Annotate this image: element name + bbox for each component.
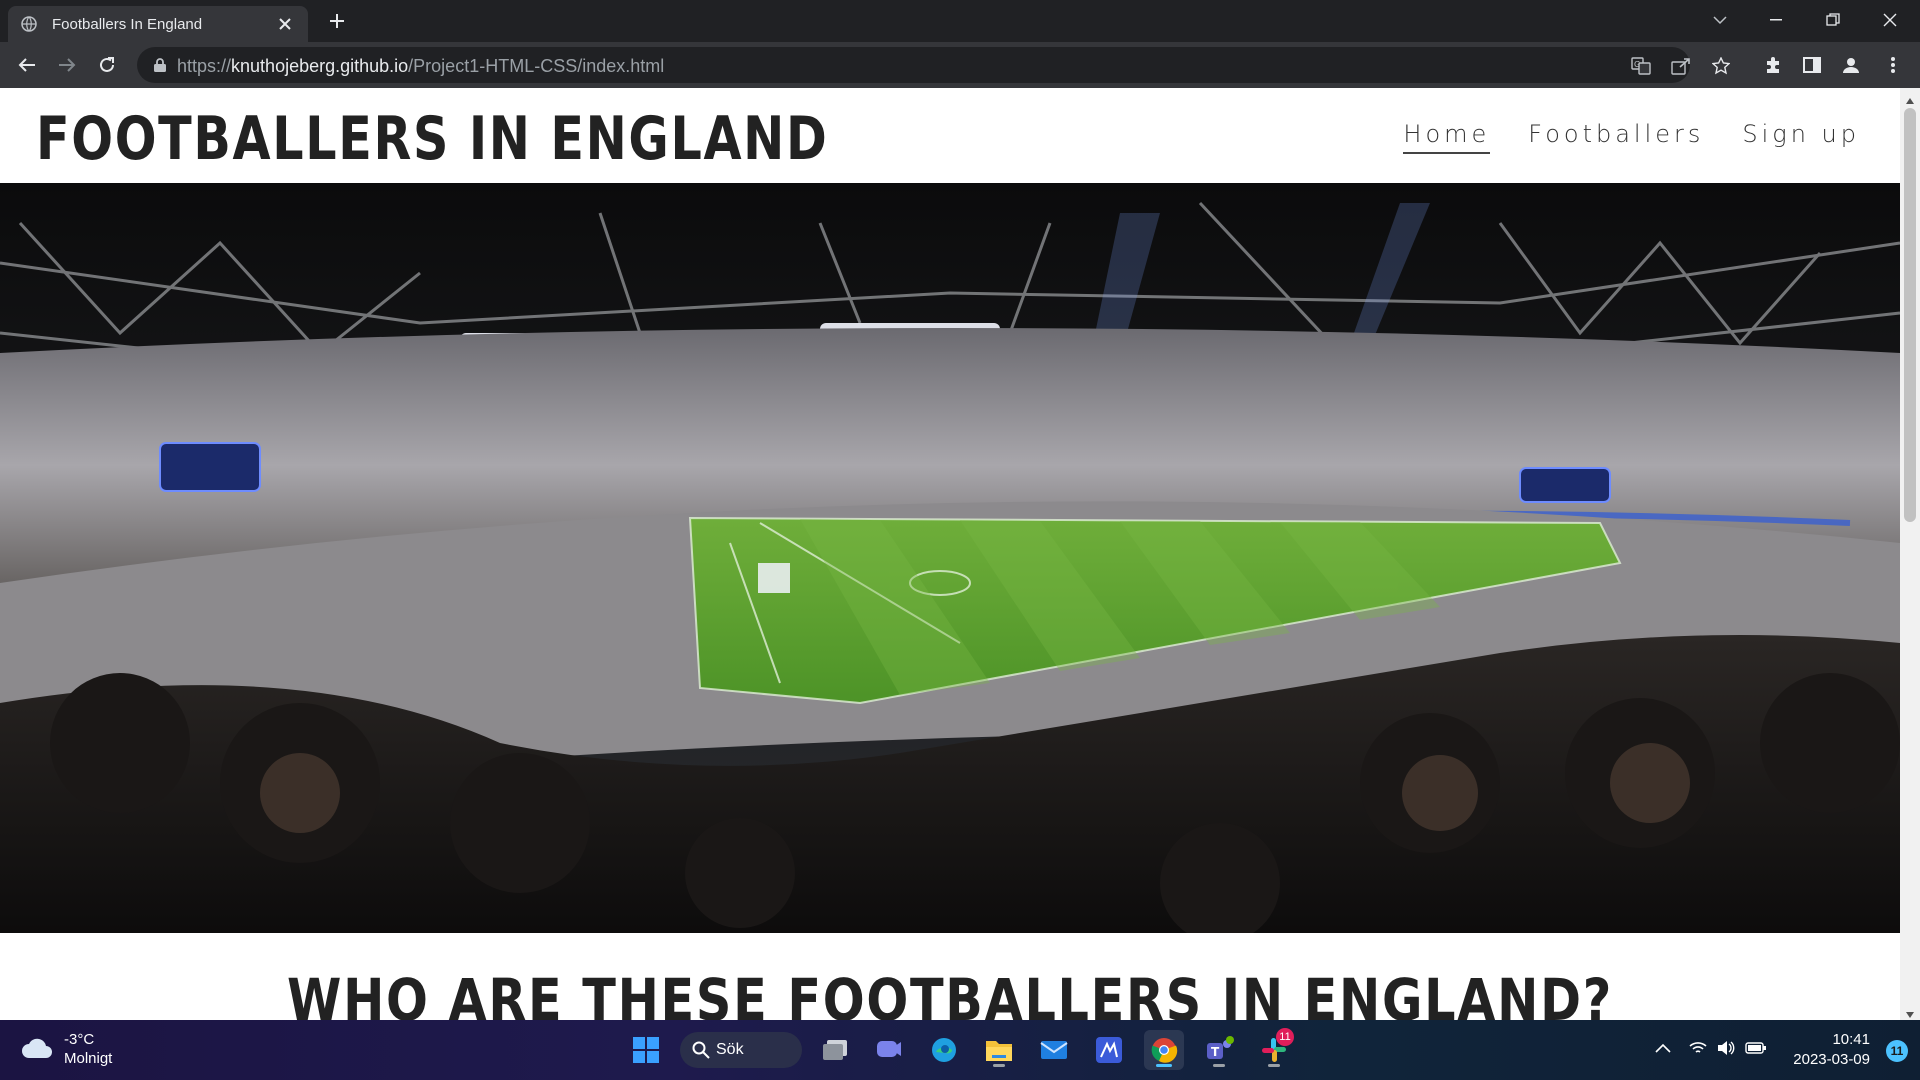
browser-tab[interactable]: Footballers In England [8, 6, 308, 42]
browser-toolbar: https://knuthojeberg.github.io/Project1-… [0, 42, 1920, 88]
teams-icon[interactable]: T [1199, 1030, 1239, 1070]
lock-icon[interactable] [153, 57, 169, 73]
extensions-icon[interactable] [1761, 53, 1785, 77]
share-icon[interactable] [1670, 55, 1692, 77]
forward-icon[interactable] [53, 51, 81, 79]
globe-icon [20, 15, 38, 33]
volume-icon[interactable] [1714, 1036, 1738, 1060]
weather-widget[interactable]: -3°C Molnigt [20, 1030, 112, 1068]
search-icon [692, 1041, 710, 1064]
reload-icon[interactable] [93, 51, 121, 79]
running-indicator [1213, 1064, 1225, 1067]
running-indicator [1268, 1064, 1280, 1067]
minimize-icon[interactable] [1760, 6, 1792, 34]
weather-temperature: -3°C [64, 1031, 95, 1048]
close-window-icon[interactable] [1874, 6, 1906, 34]
nav-sign-up[interactable]: Sign up [1742, 120, 1860, 154]
slack-icon[interactable]: 11 [1254, 1028, 1294, 1070]
teams-chat-icon[interactable] [869, 1030, 909, 1070]
profile-icon[interactable] [1839, 53, 1863, 77]
clock-time: 10:41 [1832, 1031, 1870, 1048]
nav-home[interactable]: Home [1403, 120, 1491, 154]
slack-badge: 11 [1276, 1028, 1294, 1046]
active-app-indicator [1156, 1064, 1172, 1067]
notification-badge[interactable]: 11 [1886, 1040, 1908, 1062]
new-tab-button[interactable] [325, 9, 349, 33]
file-explorer-icon[interactable] [979, 1030, 1019, 1070]
restore-icon[interactable] [1817, 6, 1849, 34]
url-path: /Project1-HTML-CSS/index.html [408, 56, 665, 76]
side-panel-icon[interactable] [1800, 53, 1824, 77]
clock-date: 2023-03-09 [1793, 1051, 1870, 1068]
menu-kebab-icon[interactable] [1881, 53, 1905, 77]
weather-description: Molnigt [64, 1050, 113, 1067]
mail-icon[interactable] [1034, 1030, 1074, 1070]
site-header: FOOTBALLERS IN ENGLAND Home Footballers … [0, 88, 1900, 183]
system-clock[interactable]: 10:41 2023-03-09 [1793, 1030, 1870, 1070]
scrollbar-thumb[interactable] [1904, 108, 1916, 522]
address-bar[interactable]: https://knuthojeberg.github.io/Project1-… [137, 47, 1730, 83]
svg-text:T: T [1211, 1045, 1220, 1059]
browser-tab-strip: Footballers In England [0, 0, 1920, 42]
back-icon[interactable] [13, 51, 41, 79]
scroll-down-icon[interactable] [1905, 1006, 1915, 1018]
page-viewport: FOOTBALLERS IN ENGLAND Home Footballers … [0, 88, 1920, 1020]
chrome-icon[interactable] [1144, 1030, 1184, 1070]
chevron-up-icon[interactable] [1651, 1036, 1675, 1060]
site-logo[interactable]: FOOTBALLERS IN ENGLAND [36, 104, 828, 174]
url-text[interactable]: https://knuthojeberg.github.io/Project1-… [177, 56, 664, 77]
hero-stadium-image [0, 183, 1900, 933]
cloud-icon [20, 1034, 54, 1065]
tab-search-icon[interactable] [1704, 6, 1736, 34]
scroll-up-icon[interactable] [1905, 92, 1915, 104]
nav-footballers[interactable]: Footballers [1528, 120, 1704, 154]
windows-start-icon[interactable] [626, 1030, 666, 1070]
edge-browser-icon[interactable] [924, 1030, 964, 1070]
running-indicator [993, 1064, 1005, 1067]
tab-title: Footballers In England [52, 15, 203, 33]
url-scheme: https:// [177, 56, 232, 76]
wifi-icon[interactable] [1686, 1036, 1710, 1060]
url-host: knuthojeberg.github.io [231, 56, 409, 76]
svg-text:G: G [1634, 60, 1640, 69]
close-tab-icon[interactable] [274, 13, 296, 35]
page-scrollbar[interactable] [1900, 88, 1920, 1020]
search-label: Sök [716, 1041, 744, 1058]
windows-taskbar: -3°C Molnigt Sök T 11 10:41 2023-03-09 1… [0, 1020, 1920, 1080]
m-app-icon[interactable] [1089, 1030, 1129, 1070]
taskbar-search[interactable]: Sök [680, 1032, 802, 1068]
translate-icon[interactable]: G [1630, 55, 1652, 77]
site-nav: Home Footballers Sign up [1403, 120, 1860, 154]
bookmark-star-icon[interactable] [1710, 55, 1732, 77]
section-title: WHO ARE THESE FOOTBALLERS IN ENGLAND? [287, 966, 1613, 1020]
screen: Footballers In England https://knuthojeb… [0, 0, 1920, 1080]
battery-icon[interactable] [1744, 1036, 1768, 1060]
task-view-icon[interactable] [815, 1030, 855, 1070]
